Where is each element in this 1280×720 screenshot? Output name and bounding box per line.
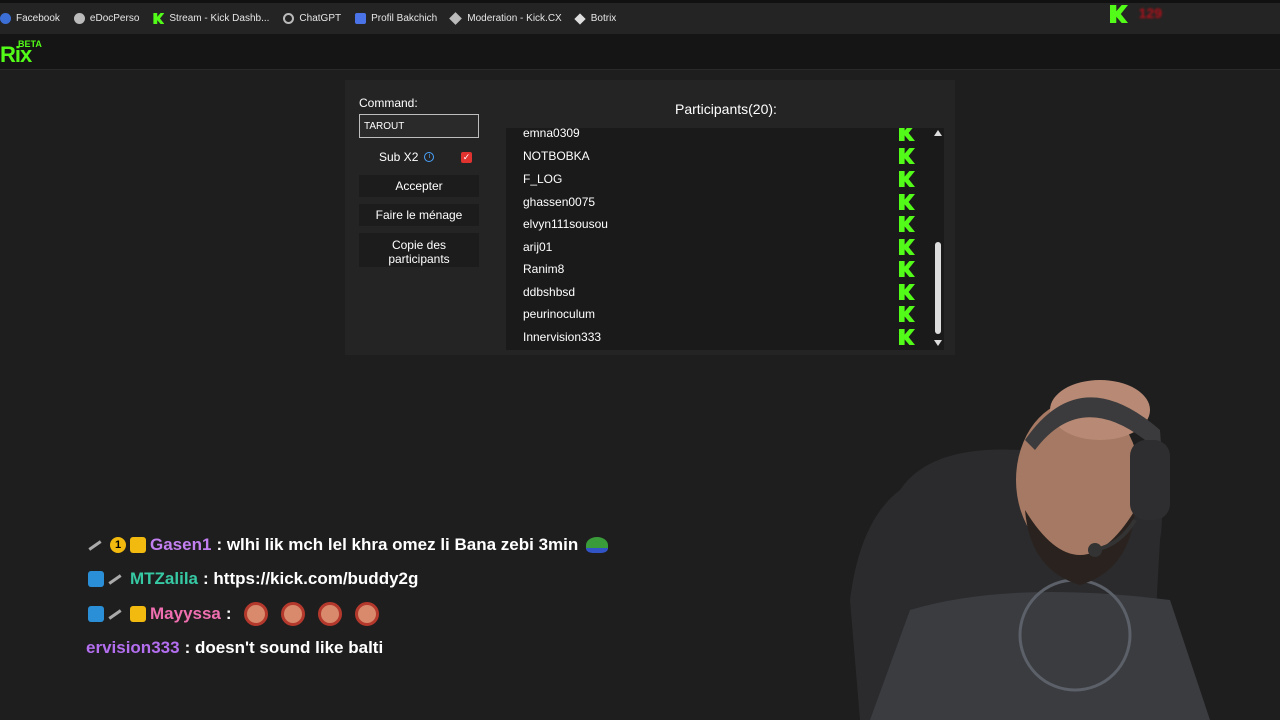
participant-row: arij01 — [506, 236, 926, 258]
participant-row: elvyn111sousou — [506, 213, 926, 235]
participant-name: Ranim8 — [523, 262, 565, 276]
globe-icon — [73, 13, 85, 24]
kick-icon — [899, 148, 915, 164]
botrix-icon — [574, 12, 586, 25]
app-header: Rix BETA — [0, 34, 1280, 70]
bookmark-chatgpt[interactable]: ChatGPT — [283, 13, 341, 24]
participant-row: ddbshbsd — [506, 281, 926, 303]
giveaway-panel: Command: Sub X2 i ✓ Accepter Faire le mé… — [345, 80, 955, 355]
participant-name: arij01 — [523, 240, 553, 254]
scroll-up-arrow-icon[interactable] — [934, 130, 942, 136]
kick-icon — [899, 284, 915, 300]
document-icon — [355, 13, 367, 24]
kick-icon — [899, 329, 915, 345]
sword-badge-icon — [108, 573, 122, 585]
chat-message: ervision333 : doesn't sound like balti — [86, 638, 383, 658]
bookmark-edocperso[interactable]: eDocPerso — [73, 13, 139, 24]
chat-username: ervision333 — [86, 638, 180, 657]
participant-name: ddbshbsd — [523, 285, 576, 299]
info-icon[interactable]: i — [424, 152, 435, 162]
bookmark-botrix[interactable]: Botrix — [574, 12, 616, 25]
participant-name: elvyn111sousou — [523, 217, 608, 231]
participant-name: NOTBOBKA — [523, 149, 590, 163]
kick-icon — [899, 194, 915, 210]
chat-username: Mayyssa — [150, 604, 221, 623]
gift-badge-icon: 1 — [110, 537, 126, 553]
chat-username: MTZalila — [130, 569, 199, 588]
scroll-down-arrow-icon[interactable] — [934, 340, 942, 346]
participant-row: Ranim8 — [506, 258, 926, 280]
accept-button[interactable]: Accepter — [359, 175, 479, 197]
emote-icon — [317, 602, 342, 626]
bookmark-moderation[interactable]: Moderation - Kick.CX — [449, 12, 562, 25]
pepe-emote-icon — [586, 537, 609, 553]
emote-icon — [280, 602, 305, 626]
participant-row: ghassen0075 — [506, 191, 926, 213]
participant-row: F_LOG — [506, 168, 926, 190]
crown-badge-icon — [130, 606, 146, 622]
clean-up-button[interactable]: Faire le ménage — [359, 204, 479, 226]
copy-participants-label-1: Copie des — [391, 237, 447, 252]
participant-row: emna0309 — [506, 128, 926, 144]
participant-row: peurinoculum — [506, 303, 926, 325]
participant-name: ghassen0075 — [523, 195, 596, 209]
participants-list[interactable]: emna0309 NOTBOBKA F_LOG ghassen0075 elvy… — [506, 128, 944, 350]
chat-text: : — [225, 604, 232, 623]
kick-icon — [899, 306, 915, 322]
participant-name: Innervision333 — [523, 330, 602, 344]
viewer-count: 129 — [1138, 5, 1162, 21]
scrollbar-thumb[interactable] — [935, 242, 941, 334]
webcam-feed — [830, 370, 1280, 720]
participant-name: emna0309 — [523, 128, 580, 140]
chat-message: Mayyssa : — [88, 602, 392, 626]
command-input[interactable] — [359, 114, 479, 138]
bookmark-kick-dashboard[interactable]: Stream - Kick Dashb... — [153, 13, 269, 24]
moderator-badge-icon — [88, 571, 104, 587]
emote-icon — [354, 602, 379, 626]
bookmark-facebook[interactable]: Facebook — [0, 13, 60, 24]
kick-icon — [899, 128, 915, 141]
crown-badge-icon — [130, 537, 146, 553]
sub-x2-row: Sub X2 i — [379, 150, 435, 164]
sub-x2-label: Sub X2 — [379, 150, 419, 164]
copy-participants-button[interactable]: Copie des participants — [359, 233, 479, 267]
participant-row: NOTBOBKA — [506, 145, 926, 167]
facebook-icon — [0, 13, 11, 24]
sword-badge-icon — [88, 539, 102, 551]
chat-text: : wlhi lik mch lel khra omez li Bana zeb… — [216, 535, 579, 554]
beta-badge: BETA — [18, 39, 42, 49]
participants-title: Participants(20): — [675, 101, 777, 117]
bookmark-profil-bakchich[interactable]: Profil Bakchich — [355, 13, 437, 24]
participant-name: peurinoculum — [523, 307, 596, 321]
chat-text: : doesn't sound like balti — [184, 638, 384, 657]
kick-icon — [899, 239, 915, 255]
chat-message: 1 Gasen1 : wlhi lik mch lel khra omez li… — [88, 535, 609, 555]
kick-icon — [899, 261, 915, 277]
bookmarks-bar: Facebook eDocPerso Stream - Kick Dashb..… — [0, 0, 1280, 34]
participant-name: F_LOG — [523, 172, 563, 186]
participant-row: Innervision333 — [506, 326, 926, 348]
kick-icon — [899, 171, 915, 187]
chat-text: : https://kick.com/buddy2g — [203, 569, 419, 588]
copy-participants-label-2: participants — [388, 251, 450, 266]
chat-username: Gasen1 — [150, 535, 212, 554]
moderator-badge-icon — [88, 606, 104, 622]
kick-icon — [153, 13, 165, 24]
command-label: Command: — [359, 96, 418, 110]
openai-icon — [283, 13, 295, 24]
sword-badge-icon — [108, 608, 122, 620]
kick-icon — [899, 216, 915, 232]
emote-icon — [243, 602, 268, 626]
chat-message: MTZalila : https://kick.com/buddy2g — [88, 569, 418, 589]
diamond-icon — [449, 12, 463, 25]
sub-x2-checkbox[interactable]: ✓ — [461, 152, 472, 163]
